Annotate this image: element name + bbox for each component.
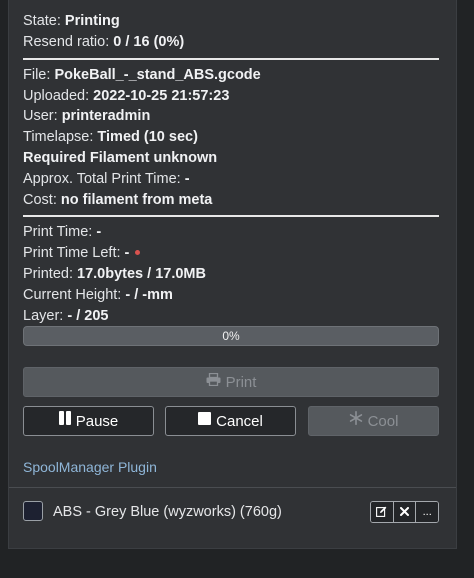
time-left-label: Print Time Left: <box>23 245 121 261</box>
approx-time-value: - <box>184 171 190 187</box>
file-label: File: <box>23 67 51 83</box>
close-icon <box>400 506 409 516</box>
filament-text: Required Filament unknown <box>23 150 218 166</box>
cancel-button[interactable]: Cancel <box>165 406 296 436</box>
printer-icon <box>206 367 221 397</box>
user-label: User: <box>23 108 58 124</box>
height-label: Current Height: <box>23 287 122 303</box>
remove-spool-button[interactable] <box>393 502 417 522</box>
edit-icon <box>376 506 387 517</box>
section-divider-2 <box>23 215 439 217</box>
section-divider-1 <box>23 58 439 60</box>
file-line: File: PokeBall_-_stand_ABS.gcode <box>23 65 261 85</box>
time-left-line: Print Time Left: - <box>23 243 141 263</box>
print-button-label: Print <box>225 374 257 391</box>
uploaded-value: 2022-10-25 21:57:23 <box>93 88 230 104</box>
print-time-line: Print Time: - <box>23 222 101 242</box>
resend-value: 0 / 16 (0%) <box>113 34 185 50</box>
pause-button[interactable]: Pause <box>23 406 154 436</box>
layer-label: Layer: <box>23 308 64 324</box>
uploaded-line: Uploaded: 2022-10-25 21:57:23 <box>23 86 229 106</box>
state-label: State: <box>23 13 61 29</box>
layer-value: - / 205 <box>67 308 109 324</box>
spoolmanager-plugin-title[interactable]: SpoolManager Plugin <box>23 458 157 476</box>
cool-button-label: Cool <box>367 413 399 430</box>
timelapse-value: Timed (10 sec) <box>97 129 198 145</box>
spool-row: ABS - Grey Blue (wyzworks) (760g) ... <box>23 500 439 524</box>
state-panel: State: Printing Resend ratio: 0 / 16 (0%… <box>8 0 457 549</box>
resend-label: Resend ratio: <box>23 34 110 50</box>
uploaded-label: Uploaded: <box>23 88 90 104</box>
stop-icon <box>198 406 212 436</box>
file-name: PokeBall_-_stand_ABS.gcode <box>54 67 261 83</box>
cost-value: no filament from meta <box>60 192 213 208</box>
filament-line: Required Filament unknown <box>23 148 217 168</box>
status-dot-icon <box>135 249 141 255</box>
pause-icon <box>58 406 71 436</box>
print-time-label: Print Time: <box>23 224 93 240</box>
time-left-value: - <box>124 245 130 261</box>
timelapse-label: Timelapse: <box>23 129 94 145</box>
print-button[interactable]: Print <box>23 367 439 397</box>
plugin-divider <box>9 487 456 488</box>
approx-time-line: Approx. Total Print Time: - <box>23 169 190 189</box>
user-value: printeradmin <box>61 108 151 124</box>
layer-line: Layer: - / 205 <box>23 306 108 326</box>
snowflake-icon <box>349 406 363 436</box>
print-time-value: - <box>96 224 102 240</box>
user-line: User: printeradmin <box>23 106 150 126</box>
cost-line: Cost: no filament from meta <box>23 190 212 210</box>
printed-line: Printed: 17.0bytes / 17.0MB <box>23 264 206 284</box>
more-options-button[interactable]: ... <box>416 502 438 522</box>
state-line: State: Printing <box>23 11 120 31</box>
timelapse-line: Timelapse: Timed (10 sec) <box>23 127 198 147</box>
approx-time-label: Approx. Total Print Time: <box>23 171 181 187</box>
spool-color-swatch[interactable] <box>23 501 43 521</box>
height-value: - / -mm <box>125 287 173 303</box>
cost-label: Cost: <box>23 192 57 208</box>
height-line: Current Height: - / -mm <box>23 285 173 305</box>
cancel-button-label: Cancel <box>216 413 263 430</box>
spool-actions: ... <box>370 501 439 523</box>
spool-name: ABS - Grey Blue (wyzworks) (760g) <box>53 504 282 520</box>
state-value: Printing <box>64 13 120 29</box>
resend-line: Resend ratio: 0 / 16 (0%) <box>23 32 184 52</box>
printed-value: 17.0bytes / 17.0MB <box>77 266 206 282</box>
print-progress-bar: 0% <box>23 326 439 346</box>
cool-button[interactable]: Cool <box>308 406 439 436</box>
progress-text: 0% <box>222 329 240 343</box>
printed-label: Printed: <box>23 266 73 282</box>
pause-button-label: Pause <box>75 413 119 430</box>
edit-spool-button[interactable] <box>371 502 394 522</box>
